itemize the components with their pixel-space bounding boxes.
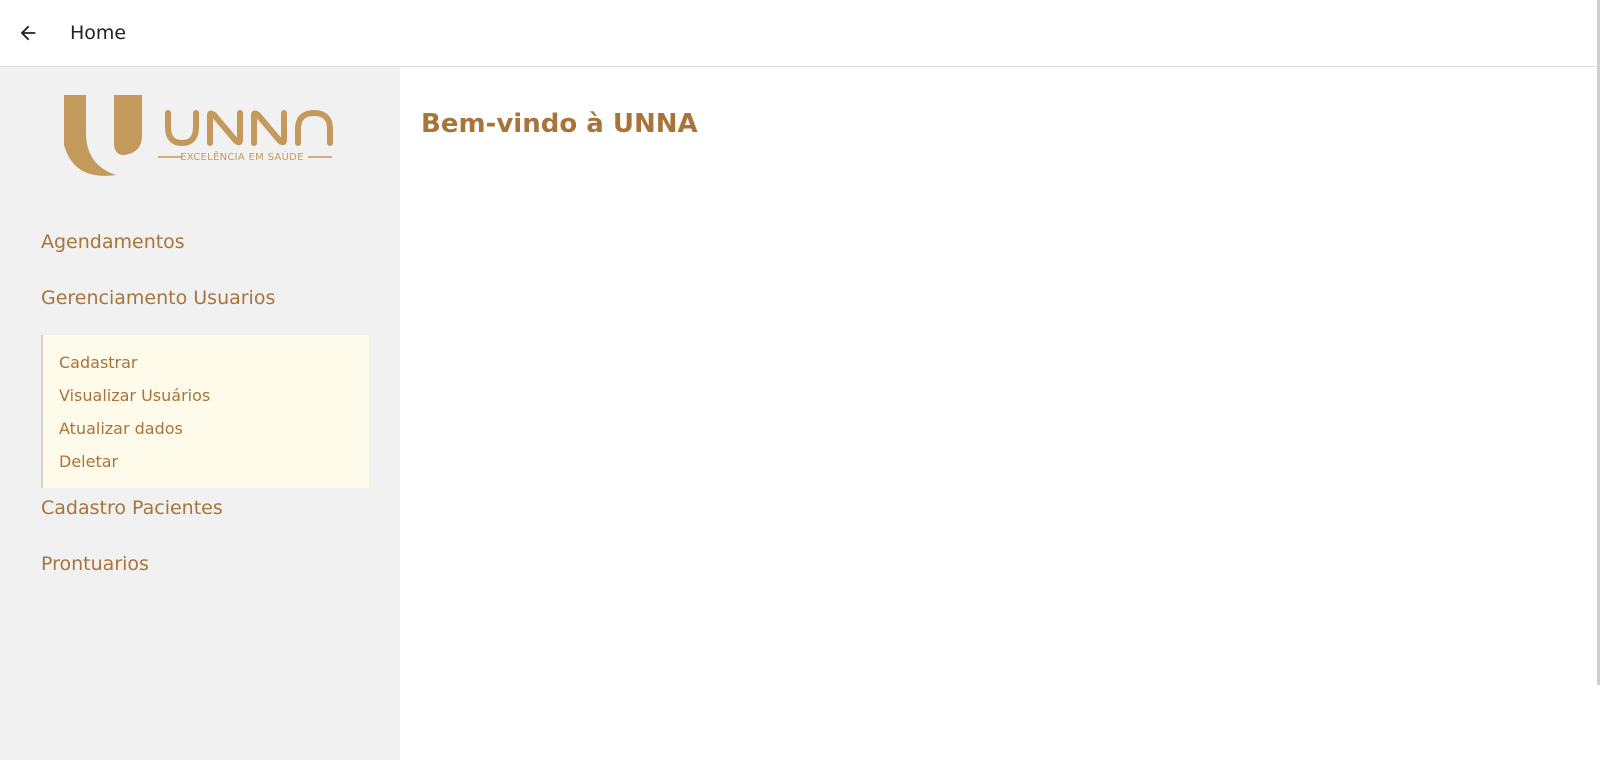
sidebar-item-agendamentos[interactable]: Agendamentos	[41, 231, 185, 253]
back-button[interactable]	[8, 13, 48, 53]
submenu-item-cadastrar[interactable]: Cadastrar	[59, 353, 138, 372]
sidebar-item-gerenciamento-usuarios[interactable]: Gerenciamento Usuarios	[41, 287, 275, 309]
sidebar: EXCELÊNCIA EM SAÚDE Agendamentos Gerenci…	[0, 67, 400, 760]
sidebar-item-prontuarios[interactable]: Prontuarios	[41, 553, 149, 575]
submenu-item-deletar[interactable]: Deletar	[59, 452, 118, 471]
submenu-gerenciamento-usuarios: Cadastrar Visualizar Usuários Atualizar …	[41, 335, 369, 488]
welcome-heading: Bem-vindo à UNNA	[421, 109, 698, 139]
top-app-bar: Home	[0, 0, 1600, 685]
arrow-left-icon	[20, 25, 36, 41]
logo-mark	[64, 95, 333, 176]
logo-tagline: EXCELÊNCIA EM SAÚDE	[180, 152, 304, 163]
submenu-item-atualizar-dados[interactable]: Atualizar dados	[59, 419, 183, 438]
unna-logo: EXCELÊNCIA EM SAÚDE	[64, 95, 334, 184]
sidebar-item-cadastro-pacientes[interactable]: Cadastro Pacientes	[41, 497, 223, 519]
page-title: Home	[70, 22, 127, 44]
main-content: Bem-vindo à UNNA	[400, 67, 1600, 760]
submenu-item-visualizar-usuarios[interactable]: Visualizar Usuários	[59, 386, 210, 405]
